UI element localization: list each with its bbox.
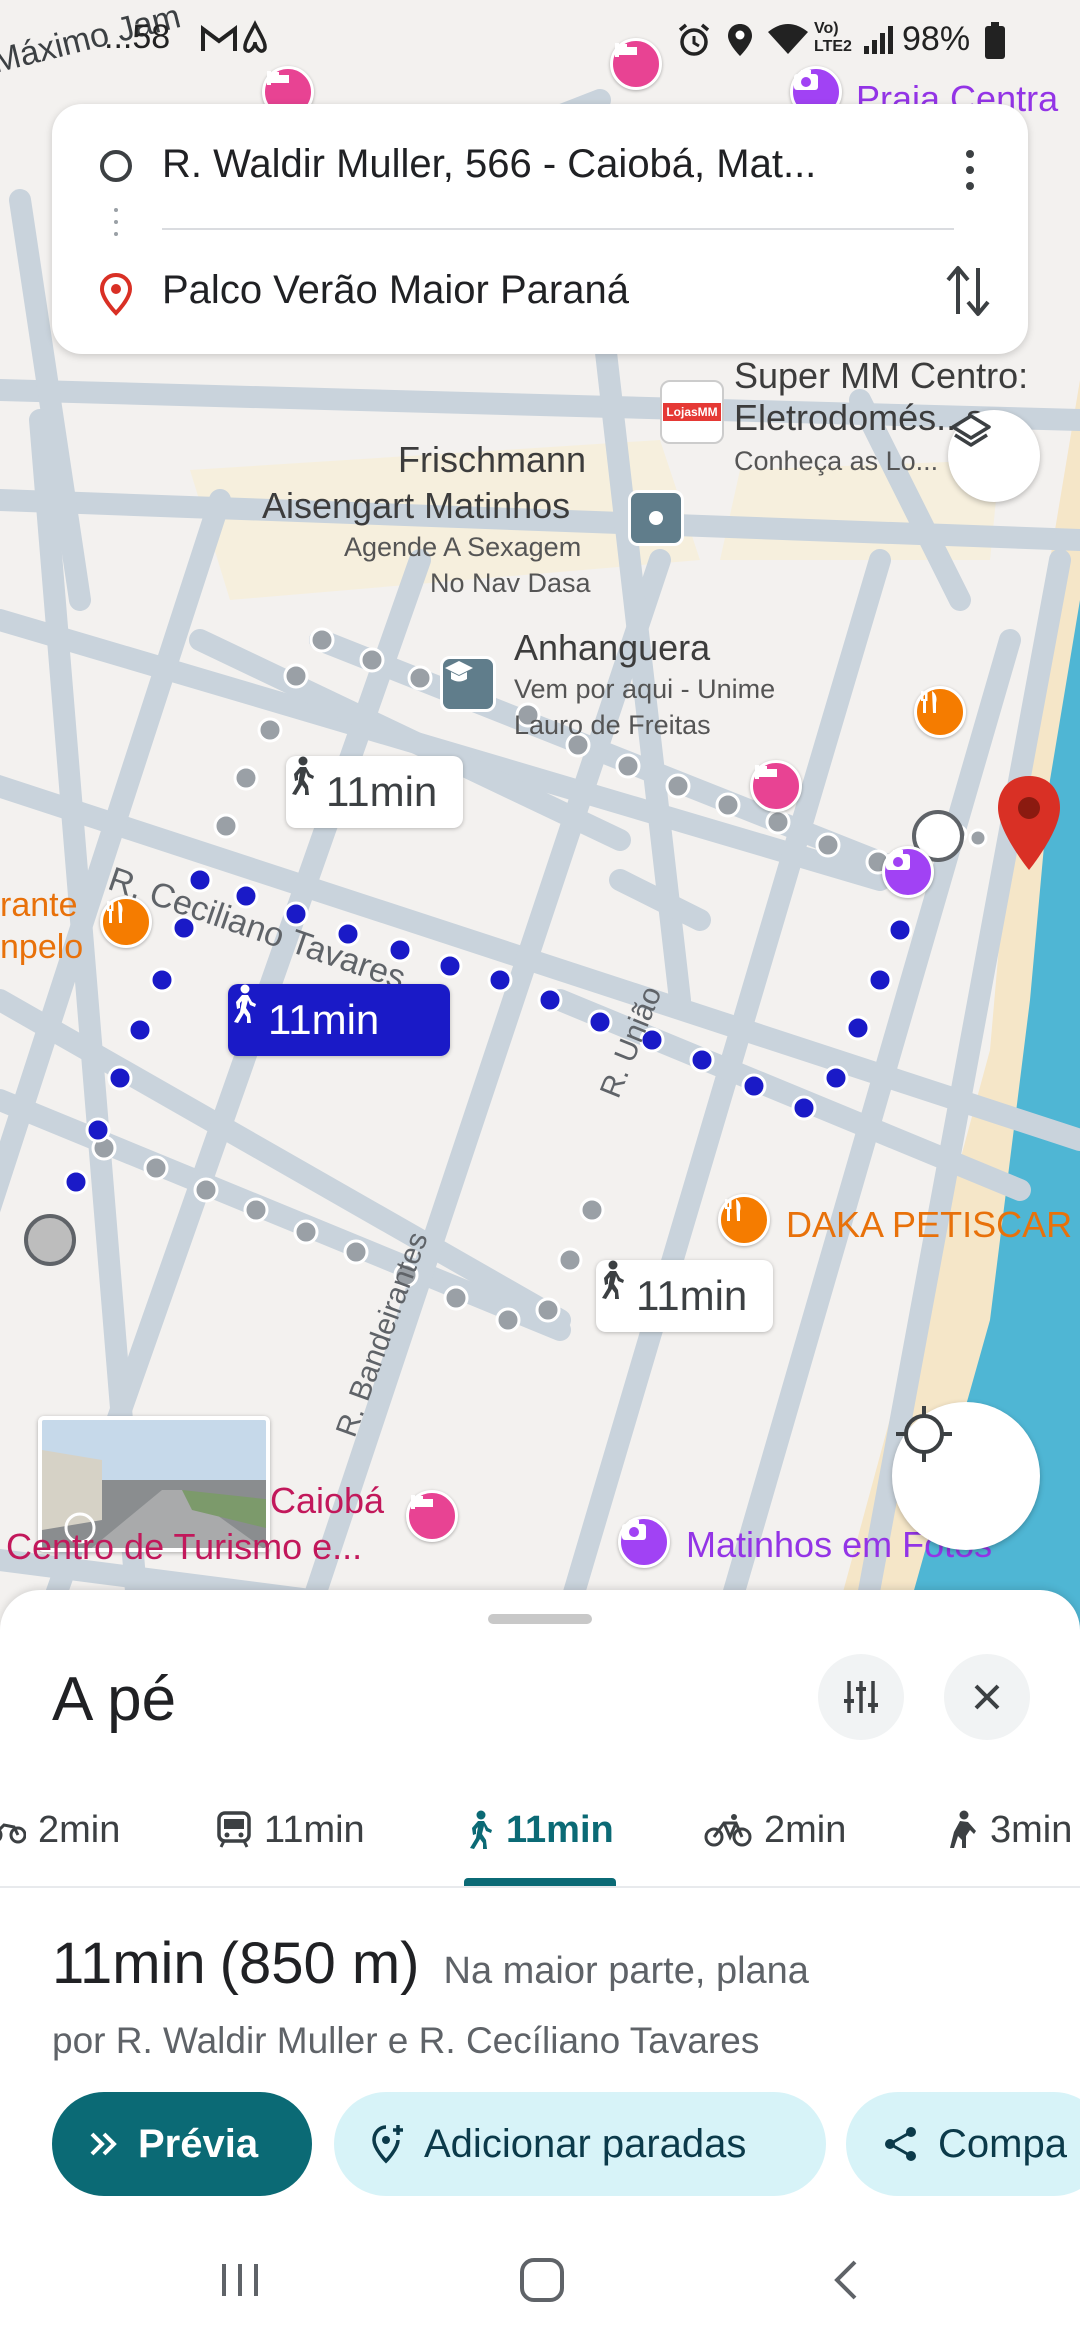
airbnb-icon xyxy=(238,20,272,61)
poi-anhanguera-desc2: Lauro de Freitas xyxy=(514,710,711,740)
tab-transit[interactable]: 11min xyxy=(216,1790,365,1870)
destination-pin[interactable] xyxy=(994,774,1064,874)
restaurant-icon[interactable] xyxy=(718,1194,770,1246)
home-icon xyxy=(520,2258,564,2302)
hotel-icon[interactable] xyxy=(406,1490,458,1542)
network-label: Vo) LTE2 xyxy=(814,20,852,55)
origin-field[interactable]: R. Waldir Muller, 566 - Caiobá, Mat... xyxy=(162,142,962,187)
route-selected-bubble[interactable]: 11min xyxy=(228,984,450,1056)
restaurant-icon[interactable] xyxy=(914,686,966,738)
route-via: por R. Waldir Muller e R. Cecíliano Tava… xyxy=(52,2020,760,2061)
poi-frischmann-title[interactable]: Frischmann xyxy=(398,440,586,480)
double-chevron-icon xyxy=(90,2132,117,2156)
poi-restaurante-line1[interactable]: rante xyxy=(0,886,78,925)
my-location-button[interactable] xyxy=(892,1402,1040,1550)
bottom-sheet: A pé 2min 11min 11min 2min 3min 11min (8… xyxy=(0,1590,1080,2340)
camera-icon[interactable] xyxy=(882,846,934,898)
share-button[interactable]: Compa xyxy=(846,2092,1080,2196)
poi-restaurante-line2: npelo xyxy=(0,928,84,966)
poi-daka[interactable]: DAKA PETISCAR xyxy=(786,1204,1072,1246)
home-button[interactable] xyxy=(502,2240,582,2320)
summary-distance: (850 m) xyxy=(219,1931,420,1996)
layers-button[interactable] xyxy=(948,410,1040,502)
poi-frischmann-desc1: Agende A Sexagem xyxy=(344,532,582,562)
destination-pin-icon xyxy=(98,272,134,321)
tab-ride[interactable]: 3min xyxy=(944,1790,1072,1870)
add-stops-button[interactable]: Adicionar paradas xyxy=(334,2092,826,2196)
recent-apps-icon xyxy=(222,2264,258,2296)
tab-indicator xyxy=(464,1878,616,1886)
clinic-icon[interactable] xyxy=(628,490,684,546)
poi-frischmann-subtitle: Aisengart Matinhos xyxy=(262,485,571,526)
crosshair-icon xyxy=(896,1406,952,1462)
poi-anhanguera-title[interactable]: Anhanguera xyxy=(514,628,710,668)
drag-handle[interactable] xyxy=(488,1614,592,1624)
summary-time: 11min xyxy=(52,1931,206,1996)
status-time: ...58 xyxy=(104,18,171,56)
route-summary: 11min (850 m) Na maior parte, plana xyxy=(52,1930,809,1997)
tune-icon xyxy=(844,1681,878,1713)
recent-apps-button[interactable] xyxy=(200,2240,280,2320)
school-icon[interactable] xyxy=(440,656,496,712)
location-icon xyxy=(726,22,754,63)
battery-icon xyxy=(984,22,1006,65)
tab-walk[interactable]: 11min xyxy=(464,1790,614,1870)
close-button[interactable] xyxy=(944,1654,1030,1740)
destination-field[interactable]: Palco Verão Maior Paraná xyxy=(162,268,962,313)
back-icon xyxy=(834,2260,857,2300)
super-mm-logo[interactable]: LojasMM xyxy=(660,380,724,444)
tab-motorcycle[interactable]: 2min xyxy=(0,1790,120,1870)
route-alt-bubble-1[interactable]: 11min xyxy=(286,756,464,828)
motorcycle-icon xyxy=(0,1823,26,1844)
divider xyxy=(162,228,954,230)
poi-frischmann-desc2: No Nav Dasa xyxy=(430,568,591,598)
swap-icon[interactable] xyxy=(942,262,994,325)
poi-centro-turismo[interactable]: Centro de Turismo e... xyxy=(6,1526,362,1568)
hotel-icon[interactable] xyxy=(750,760,802,812)
back-button[interactable] xyxy=(806,2240,886,2320)
poi-caioba[interactable]: Caiobá xyxy=(270,1480,384,1522)
directions-card: R. Waldir Muller, 566 - Caiobá, Mat... P… xyxy=(52,104,1028,354)
origin-circle-icon xyxy=(100,150,132,182)
transit-icon xyxy=(217,1811,251,1848)
ride-icon xyxy=(950,1810,976,1848)
gmail-icon xyxy=(200,24,238,59)
summary-terrain: Na maior parte, plana xyxy=(443,1950,809,1992)
alarm-icon xyxy=(676,22,712,63)
camera-icon[interactable] xyxy=(618,1516,670,1568)
walk-icon xyxy=(470,1810,492,1849)
wifi-icon xyxy=(766,20,810,61)
hotel-icon[interactable] xyxy=(610,38,662,90)
tab-bike[interactable]: 2min xyxy=(704,1790,846,1870)
battery-percent: 98% xyxy=(902,20,971,58)
divider xyxy=(0,1886,1080,1888)
close-icon xyxy=(974,1684,1000,1710)
signal-icon xyxy=(862,24,896,61)
add-stop-icon xyxy=(372,2125,403,2164)
bike-icon xyxy=(704,1814,752,1847)
start-marker xyxy=(24,1214,76,1266)
mode-title: A pé xyxy=(52,1665,177,1734)
route-options-button[interactable] xyxy=(818,1654,904,1740)
more-options-icon[interactable] xyxy=(950,144,990,196)
layers-icon xyxy=(951,414,991,447)
poi-anhanguera-desc1: Vem por aqui - Unime xyxy=(514,674,776,704)
poi-super-mm-title[interactable]: Super MM Centro: xyxy=(734,356,1028,396)
share-icon xyxy=(885,2127,916,2161)
route-alt-bubble-2[interactable]: 11min xyxy=(596,1260,774,1332)
poi-super-mm-desc: Conheça as Lo... xyxy=(734,446,939,476)
preview-button[interactable]: Prévia xyxy=(52,2092,312,2196)
